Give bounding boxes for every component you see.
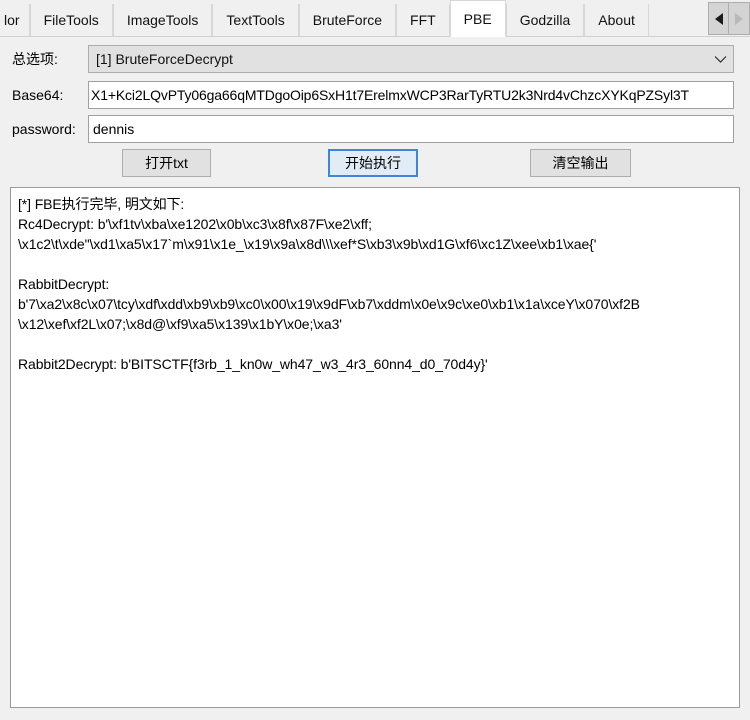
tab-texttools[interactable]: TextTools: [212, 4, 299, 37]
run-button[interactable]: 开始执行: [328, 149, 418, 177]
output-line: Rc4Decrypt: b'\xf1tv\xba\xe1202\x0b\xc3\…: [18, 216, 372, 232]
triangle-left-icon: [714, 12, 723, 25]
pbe-panel: 总选项: [1] BruteForceDecrypt Base64: passw…: [0, 37, 750, 720]
tab-imagetools[interactable]: ImageTools: [112, 4, 213, 37]
tab-fft[interactable]: FFT: [396, 4, 450, 37]
chevron-down-icon: [707, 46, 733, 72]
tab-filetools[interactable]: FileTools: [29, 4, 113, 37]
tab-scroll-right-button[interactable]: [729, 2, 750, 35]
output-line: RabbitDecrypt:: [18, 276, 110, 292]
triangle-right-icon: [735, 12, 743, 25]
output-line: \x12\xef\xf2L\x07;\x8d@\xf9\xa5\x139\x1b…: [18, 316, 342, 332]
tab-pbe[interactable]: PBE: [449, 0, 506, 37]
open-txt-button[interactable]: 打开txt: [122, 149, 211, 177]
tab-strip: lor FileTools ImageTools TextTools BruteForc…: [0, 0, 649, 37]
button-row: 打开txt 开始执行 清空输出: [0, 149, 750, 179]
tab-bar: lor FileTools ImageTools TextTools BruteForc…: [0, 0, 750, 37]
base64-label: Base64:: [12, 87, 64, 103]
output-line: [*] FBE执行完毕, 明文如下:: [18, 196, 185, 212]
output-line: \x1c2\t\xde"\xd1\xa5\x17`m\x91\x1e_\x19\…: [18, 236, 597, 252]
base64-row: Base64:: [0, 81, 750, 111]
tab-scroll-left-button[interactable]: [708, 2, 729, 35]
tab-lor[interactable]: lor: [0, 4, 30, 37]
base64-input[interactable]: [88, 81, 734, 109]
clear-output-button[interactable]: 清空输出: [530, 149, 631, 177]
tab-godzilla[interactable]: Godzilla: [505, 4, 585, 37]
tab-bruteforce[interactable]: BruteForce: [298, 4, 397, 37]
option-combobox[interactable]: [1] BruteForceDecrypt: [88, 45, 734, 73]
password-row: password:: [0, 115, 750, 145]
password-label: password:: [12, 121, 76, 137]
option-row: 总选项: [1] BruteForceDecrypt: [0, 45, 750, 73]
tab-scroll-buttons: [708, 2, 750, 35]
tab-about[interactable]: About: [584, 4, 649, 37]
output-line: Rabbit2Decrypt: b'BITSCTF{f3rb_1_kn0w_wh…: [18, 356, 488, 372]
option-label: 总选项:: [12, 51, 58, 67]
output-textarea[interactable]: [*] FBE执行完毕, 明文如下: Rc4Decrypt: b'\xf1tv\x…: [10, 187, 740, 708]
output-line: b'7\xa2\x8c\x07\tcy\xdf\xdd\xb9\xb9\xc0\…: [18, 296, 640, 312]
option-combobox-value: [1] BruteForceDecrypt: [96, 51, 233, 67]
password-input[interactable]: [88, 115, 734, 143]
